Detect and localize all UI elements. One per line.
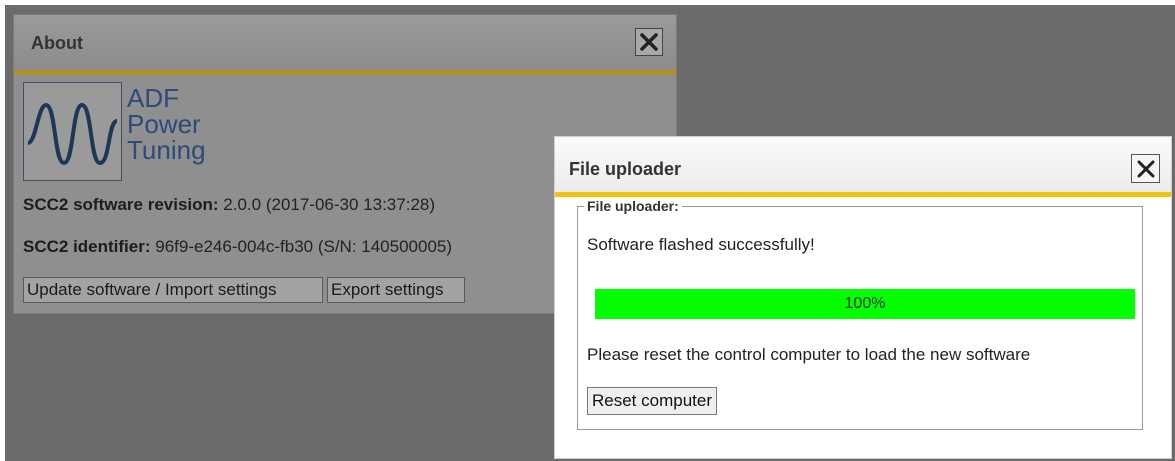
uploader-fieldset: File uploader: Software flashed successf…	[577, 198, 1143, 430]
identifier-label: SCC2 identifier:	[23, 237, 151, 256]
close-icon	[1137, 160, 1154, 177]
adf-logo-wave-icon	[26, 102, 119, 166]
adf-logo-text: ADF Power Tuning	[127, 85, 206, 163]
fieldset-legend: File uploader:	[584, 198, 682, 214]
about-titlebar: About	[14, 15, 676, 75]
logo-line-tuning: Tuning	[127, 135, 206, 165]
uploader-title: File uploader	[569, 159, 682, 179]
reset-computer-button[interactable]: Reset computer	[587, 387, 717, 415]
software-revision-value: 2.0.0 (2017-06-30 13:37:28)	[223, 195, 436, 214]
close-icon	[640, 33, 658, 51]
adf-logo	[23, 82, 122, 181]
identifier-value: 96f9-e246-004c-fb30 (S/N: 140500005)	[155, 237, 453, 256]
progress-label: 100%	[844, 295, 886, 312]
software-revision-label: SCC2 software revision:	[23, 195, 219, 214]
export-settings-button[interactable]: Export settings	[327, 277, 465, 303]
uploader-close-button[interactable]	[1131, 154, 1160, 183]
uploader-titlebar: File uploader	[555, 137, 1171, 197]
file-uploader-dialog: File uploader File uploader: Software fl…	[554, 136, 1172, 459]
logo-line-power: Power	[127, 109, 201, 139]
progress-bar: 100%	[595, 289, 1135, 319]
logo-line-adf: ADF	[127, 83, 179, 113]
about-close-button[interactable]	[635, 28, 663, 56]
about-title: About	[31, 33, 83, 53]
identifier-line: SCC2 identifier: 96f9-e246-004c-fb30 (S/…	[23, 237, 452, 257]
update-software-button[interactable]: Update software / Import settings	[23, 277, 323, 303]
software-revision-line: SCC2 software revision: 2.0.0 (2017-06-3…	[23, 195, 435, 215]
reset-instruction: Please reset the control computer to loa…	[587, 345, 1031, 364]
status-message: Software flashed successfully!	[587, 235, 815, 254]
